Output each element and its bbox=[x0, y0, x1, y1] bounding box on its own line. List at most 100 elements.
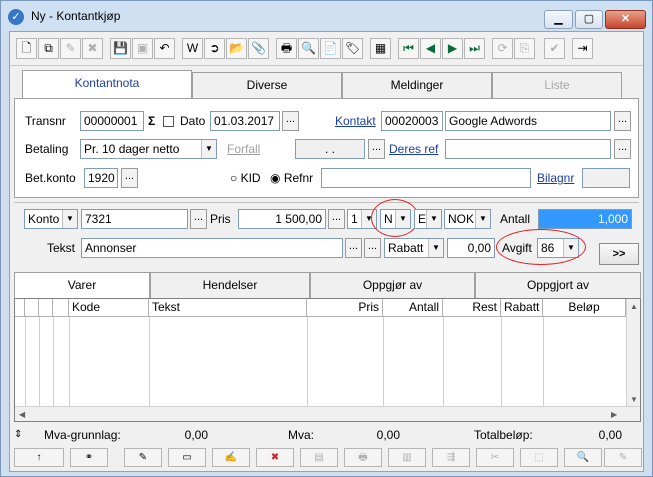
tab-liste[interactable]: Liste bbox=[492, 72, 622, 98]
deres-ref-lookup-button[interactable]: ... bbox=[614, 139, 631, 159]
bilagnr-link[interactable]: Bilagnr bbox=[537, 168, 574, 188]
rabatt-field[interactable]: 0,00 bbox=[447, 238, 495, 258]
tekst-field[interactable]: Annonser bbox=[81, 238, 343, 258]
grid-header-pris[interactable]: Pris bbox=[307, 299, 383, 317]
pris-lookup-button[interactable]: ... bbox=[328, 209, 345, 229]
title-bar[interactable]: ✓ Ny - Kontantkjøp ▁ ▢ ✕ bbox=[1, 1, 652, 31]
scroll-left-icon[interactable]: ◀ bbox=[19, 410, 25, 419]
new-document-icon[interactable]: 🗋 bbox=[16, 38, 37, 59]
grid-header-rabatt[interactable]: Rabatt bbox=[501, 299, 543, 317]
kontakt-link[interactable]: Kontakt bbox=[335, 111, 376, 131]
clipboard-check-icon[interactable]: ✔ bbox=[544, 38, 565, 59]
grid-header-tekst[interactable]: Tekst bbox=[149, 299, 307, 317]
refnr-radio[interactable]: ◉ Refnr bbox=[270, 168, 313, 188]
forfall-picker-button[interactable]: ... bbox=[368, 139, 385, 159]
deres-ref-field[interactable] bbox=[445, 139, 611, 159]
edit-lines-icon[interactable]: ✎ bbox=[124, 448, 162, 467]
scroll-up-icon[interactable]: ▲ bbox=[630, 302, 638, 311]
tag-icon[interactable]: 🏷 bbox=[342, 38, 363, 59]
spin-icon[interactable]: ⇕ bbox=[14, 425, 22, 445]
pris-field[interactable]: 1 500,00 bbox=[238, 209, 326, 229]
horizontal-scrollbar[interactable]: ◀ ▶ bbox=[15, 406, 640, 421]
refnr-field[interactable] bbox=[321, 168, 531, 188]
last-record-icon[interactable]: ⏭ bbox=[464, 38, 485, 59]
print-icon[interactable]: 🖶 bbox=[344, 448, 382, 467]
items-grid[interactable]: Kode Tekst Pris Antall Rest Rabatt Beløp… bbox=[14, 298, 641, 422]
deres-ref-link[interactable]: Deres ref bbox=[389, 139, 438, 159]
sigma-checkbox[interactable] bbox=[163, 116, 174, 127]
kontakt-id-field[interactable]: 00020003 bbox=[381, 111, 443, 131]
search-icon[interactable]: 🔍 bbox=[564, 448, 602, 467]
next-record-icon[interactable]: ▶ bbox=[442, 38, 463, 59]
tab-oppgjort-av[interactable]: Oppgjort av bbox=[475, 272, 641, 298]
transfer-icon[interactable]: ⇶ bbox=[432, 448, 470, 467]
bilagnr-field[interactable] bbox=[582, 168, 630, 188]
tekst-lookup-button[interactable]: ... bbox=[345, 238, 362, 258]
up-icon[interactable]: ↑ bbox=[14, 448, 64, 467]
tab-oppgjor-av[interactable]: Oppgjør av bbox=[310, 272, 475, 298]
tool-icon[interactable]: ✂ bbox=[476, 448, 514, 467]
calculator-icon[interactable]: ▦ bbox=[370, 38, 391, 59]
save-copy-icon[interactable]: ▣ bbox=[132, 38, 153, 59]
forfall-link[interactable]: Forfall bbox=[227, 139, 260, 159]
currency-select[interactable]: NOK ▼ bbox=[444, 209, 491, 229]
edit-icon[interactable]: ✎ bbox=[604, 448, 642, 467]
refresh-icon[interactable]: ⟳ bbox=[492, 38, 513, 59]
delete-document-icon[interactable]: ✖ bbox=[82, 38, 103, 59]
e-select[interactable]: E ▼ bbox=[414, 209, 442, 229]
tab-varer[interactable]: Varer bbox=[14, 272, 150, 298]
dato-field[interactable]: 01.03.2017 bbox=[210, 111, 280, 131]
grid-header-belop[interactable]: Beløp bbox=[543, 299, 626, 317]
layers-icon[interactable]: ▤ bbox=[300, 448, 338, 467]
open-folder-icon[interactable]: 📂 bbox=[226, 38, 247, 59]
exit-icon[interactable]: ⇥ bbox=[572, 38, 593, 59]
scroll-down-icon[interactable]: ▼ bbox=[630, 395, 638, 404]
tab-hendelser[interactable]: Hendelser bbox=[150, 272, 310, 298]
previous-record-icon[interactable]: ◀ bbox=[420, 38, 441, 59]
word-icon[interactable]: W bbox=[182, 38, 203, 59]
notes-icon[interactable]: ✍ bbox=[212, 448, 250, 467]
maximize-button[interactable]: ▢ bbox=[575, 10, 603, 29]
konto-lookup-button[interactable]: ... bbox=[190, 209, 207, 229]
grid-header-kode[interactable]: Kode bbox=[69, 299, 149, 317]
vertical-scrollbar[interactable]: ▲ ▼ bbox=[626, 299, 640, 407]
tab-diverse[interactable]: Diverse bbox=[192, 72, 342, 98]
minimize-button[interactable]: ▁ bbox=[544, 10, 573, 29]
more-button[interactable]: >> bbox=[599, 243, 639, 265]
dato-picker-button[interactable]: ... bbox=[282, 111, 299, 131]
print-icon[interactable]: 🖶 bbox=[276, 38, 297, 59]
delete-line-icon[interactable]: ✖ bbox=[256, 448, 294, 467]
attach-icon[interactable]: 📎 bbox=[248, 38, 269, 59]
betaling-select[interactable]: Pr. 10 dager netto ▼ bbox=[80, 139, 217, 159]
tekst-extra-button[interactable]: ... bbox=[364, 238, 381, 258]
betkonto-lookup-button[interactable]: ... bbox=[121, 168, 138, 188]
print-document-icon[interactable]: 📄 bbox=[320, 38, 341, 59]
undo-icon[interactable]: ↶ bbox=[154, 38, 175, 59]
tray-icon[interactable]: ⬚ bbox=[520, 448, 558, 467]
edit-document-icon[interactable]: ✎ bbox=[60, 38, 81, 59]
betkonto-field[interactable]: 1920 bbox=[84, 168, 118, 188]
print-preview-icon[interactable]: 🔍 bbox=[298, 38, 319, 59]
kid-radio[interactable]: ○ KID bbox=[230, 168, 261, 188]
grid-header-rest[interactable]: Rest bbox=[443, 299, 501, 317]
save-icon[interactable]: 💾 bbox=[110, 38, 131, 59]
rabatt-select[interactable]: Rabatt ▼ bbox=[384, 238, 444, 258]
chart-icon[interactable]: ▥ bbox=[388, 448, 426, 467]
scroll-right-icon[interactable]: ▶ bbox=[611, 410, 617, 419]
kontakt-lookup-button[interactable]: ... bbox=[614, 111, 631, 131]
window-icon[interactable]: ▭ bbox=[168, 448, 206, 467]
grid-header-antall[interactable]: Antall bbox=[383, 299, 443, 317]
transnr-field[interactable]: 00000001 bbox=[80, 111, 144, 131]
kontakt-name-field[interactable]: Google Adwords bbox=[445, 111, 611, 131]
copy-document-icon[interactable]: ⧉ bbox=[38, 38, 59, 59]
close-button[interactable]: ✕ bbox=[605, 10, 646, 29]
konto-field[interactable]: 7321 bbox=[81, 209, 188, 229]
forfall-field[interactable]: . . bbox=[295, 139, 365, 159]
export-icon[interactable]: ➲ bbox=[204, 38, 225, 59]
tab-meldinger[interactable]: Meldinger bbox=[342, 72, 492, 98]
copy-icon[interactable]: ⎘ bbox=[514, 38, 535, 59]
tab-kontantnota[interactable]: Kontantnota bbox=[22, 70, 192, 98]
konto-type-select[interactable]: Konto ▼ bbox=[24, 209, 78, 229]
link-icon[interactable]: ⚭ bbox=[70, 448, 108, 467]
first-record-icon[interactable]: ⏮ bbox=[398, 38, 419, 59]
